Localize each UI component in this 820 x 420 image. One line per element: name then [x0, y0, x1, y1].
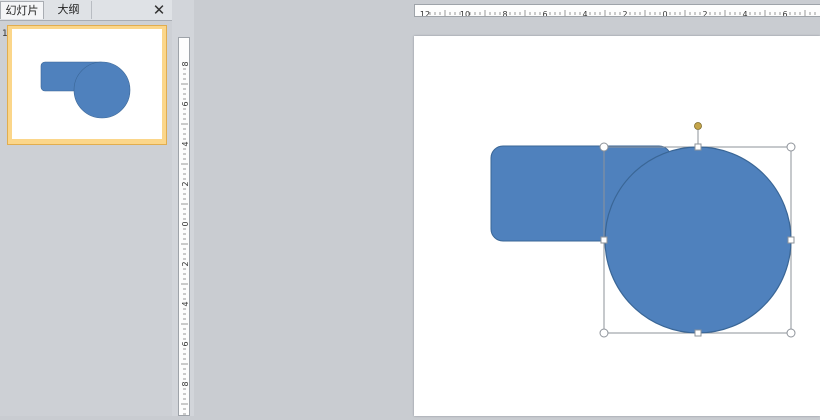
ruler-label: 0: [181, 221, 190, 226]
pane-tab-bar: 幻灯片 大纲 ✕: [0, 0, 172, 21]
ruler-label: 6: [181, 341, 190, 346]
ruler-label: 4: [742, 10, 747, 17]
ruler-label: 8: [502, 10, 507, 17]
ruler-label: 4: [181, 301, 190, 306]
ruler-label: 6: [542, 10, 547, 17]
vertical-ruler[interactable]: 8 6 4 2 0 2 4 6 8: [178, 37, 190, 416]
resize-handle-top-right[interactable]: [786, 142, 796, 152]
resize-handle-left[interactable]: [600, 236, 608, 244]
ruler-label: 0: [662, 10, 667, 17]
ruler-label: 12: [420, 10, 430, 17]
horizontal-ruler-ticks: 12 10 8 6 4 2 0 2 4 6: [420, 10, 816, 17]
resize-handle-bottom[interactable]: [694, 329, 702, 337]
resize-handle-bottom-right[interactable]: [786, 328, 796, 338]
slides-pane: 幻灯片 大纲 ✕ 1: [0, 0, 173, 416]
ruler-label: 2: [181, 181, 190, 186]
resize-handle-top[interactable]: [694, 143, 702, 151]
rotation-handle[interactable]: [694, 122, 702, 130]
thumbnail-shapes: [40, 61, 131, 119]
ruler-label: 2: [181, 261, 190, 266]
thumbnail-circle: [73, 61, 131, 119]
resize-handle-top-left[interactable]: [599, 142, 609, 152]
slide-canvas[interactable]: [414, 36, 820, 416]
vertical-ruler-ticks: 8 6 4 2 0 2 4 6 8: [181, 61, 190, 415]
close-pane-icon[interactable]: ✕: [151, 1, 167, 19]
ruler-label: 2: [702, 10, 707, 17]
tab-slides[interactable]: 幻灯片: [0, 1, 44, 19]
ruler-label: 6: [181, 101, 190, 106]
ruler-label: 6: [782, 10, 787, 17]
ruler-label: 4: [582, 10, 587, 17]
ruler-label: 8: [181, 381, 190, 386]
ruler-label: 8: [181, 61, 190, 66]
slide-shapes: [490, 122, 796, 338]
ruler-label: 4: [181, 141, 190, 146]
resize-handle-right[interactable]: [787, 236, 795, 244]
horizontal-ruler[interactable]: 12 10 8 6 4 2 0 2 4 6: [414, 4, 820, 17]
ruler-label: 10: [460, 10, 470, 17]
thumbnail-canvas: [12, 29, 162, 139]
ruler-label: 2: [622, 10, 627, 17]
tab-outline[interactable]: 大纲: [46, 1, 92, 19]
slide-thumbnail[interactable]: [7, 25, 167, 145]
circle-shape[interactable]: [604, 146, 792, 334]
resize-handle-bottom-left[interactable]: [599, 328, 609, 338]
